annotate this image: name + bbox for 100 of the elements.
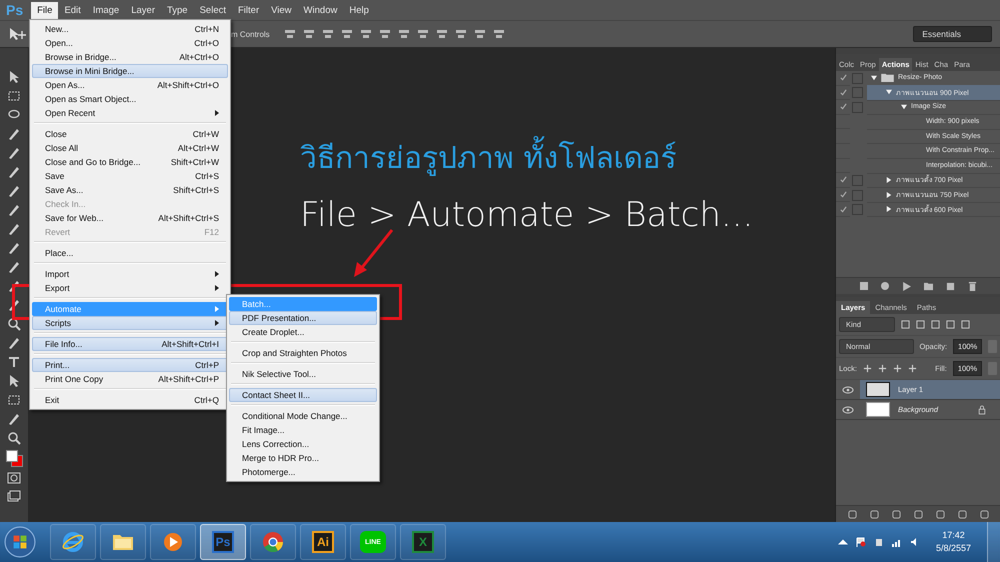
menu-item[interactable]: Open Recent [32, 106, 228, 120]
eye-icon[interactable] [842, 406, 854, 414]
disclosure-triangle-icon[interactable] [886, 176, 892, 183]
taskbar-button[interactable]: Ai [300, 524, 346, 560]
folder-icon[interactable] [924, 282, 932, 290]
quick-mask-icon[interactable] [7, 471, 21, 485]
checkmark-icon[interactable] [840, 103, 846, 110]
menu-item[interactable]: Open As... Alt+Shift+Ctrl+O [32, 78, 228, 92]
taskbar-button[interactable] [100, 524, 146, 560]
flag-icon[interactable] [856, 537, 866, 547]
menu-item[interactable]: Help [343, 2, 375, 18]
menu-item[interactable]: Filter [232, 2, 266, 18]
start-button[interactable] [4, 526, 36, 558]
trash-icon[interactable] [968, 282, 976, 290]
screen-mode-icon[interactable] [7, 490, 21, 504]
checkmark-icon[interactable] [840, 206, 846, 213]
menu-item[interactable]: Print... Ctrl+P [32, 358, 228, 372]
disclosure-triangle-icon[interactable] [886, 192, 892, 198]
dialog-toggle-box[interactable] [852, 190, 863, 201]
zoom-tool-icon[interactable] [7, 431, 21, 445]
workspace-dropdown[interactable]: Essentials [913, 26, 992, 42]
layer-action-icon[interactable] [980, 510, 988, 518]
taskbar-button[interactable]: X [400, 524, 446, 560]
align-icon[interactable] [416, 28, 429, 40]
menu-item[interactable]: Merge to HDR Pro... [229, 451, 377, 465]
dialog-toggle-box[interactable] [852, 174, 863, 186]
menu-item[interactable]: File [31, 2, 58, 18]
dialog-toggle-box[interactable] [852, 72, 863, 84]
menu-item[interactable]: Photomerge... [229, 465, 377, 479]
menu-item[interactable]: Open as Smart Object... [32, 92, 228, 106]
menu-item[interactable]: Browse in Mini Bridge... [32, 64, 228, 78]
menu-item[interactable]: Crop and Straighten Photos [229, 346, 377, 360]
layer-action-icon[interactable] [958, 510, 966, 518]
color-swatches-icon[interactable] [6, 450, 22, 466]
align-icon[interactable] [284, 28, 296, 40]
align-icon[interactable] [454, 28, 467, 40]
disclosure-triangle-icon[interactable] [886, 206, 892, 212]
menu-item[interactable]: Select [194, 2, 232, 18]
align-icon[interactable] [492, 28, 505, 40]
menu-item[interactable]: Close and Go to Bridge... Shift+Ctrl+W [32, 155, 228, 169]
menu-item[interactable]: View [265, 2, 298, 18]
checkmark-icon[interactable] [840, 191, 846, 198]
layer-action-icon[interactable] [848, 510, 856, 518]
clock-time[interactable]: 17:42 [942, 529, 965, 542]
menu-item[interactable]: Save for Web... Alt+Shift+Ctrl+S [32, 211, 228, 225]
marquee-tool-icon[interactable] [7, 89, 21, 103]
show-desktop-button[interactable] [987, 522, 1000, 562]
menu-item[interactable]: Edit [58, 2, 87, 18]
align-icon[interactable] [378, 28, 391, 40]
dialog-toggle-box[interactable] [852, 102, 863, 113]
taskbar-button[interactable] [50, 524, 96, 560]
align-icon[interactable] [302, 28, 315, 40]
type-tool-icon[interactable] [7, 355, 21, 369]
menu-item[interactable]: Import [32, 267, 228, 281]
checkmark-icon[interactable] [840, 176, 846, 184]
taskbar-button[interactable] [150, 524, 196, 560]
menu-item[interactable]: Close Ctrl+W [32, 127, 228, 141]
taskbar-button[interactable] [250, 524, 296, 560]
menu-item[interactable]: Lens Correction... [229, 437, 377, 451]
dialog-toggle-box[interactable] [852, 87, 863, 98]
menu-item[interactable]: Layer [125, 2, 161, 18]
align-icon[interactable] [474, 28, 486, 40]
disclosure-triangle-icon[interactable] [886, 89, 892, 96]
checkmark-icon[interactable] [840, 88, 846, 96]
show-hidden-icons-icon[interactable] [838, 537, 848, 547]
disclosure-triangle-icon[interactable] [901, 104, 907, 110]
menu-item[interactable]: Exit Ctrl+Q [32, 393, 228, 407]
signal-bars-icon[interactable] [892, 537, 902, 547]
clock-date[interactable]: 5/8/2557 [936, 542, 971, 555]
checkmark-icon[interactable] [840, 74, 846, 82]
layer-action-icon[interactable] [936, 510, 944, 518]
move-tool-icon[interactable] [7, 70, 21, 84]
lock-option-icon[interactable] [908, 364, 917, 373]
record-icon[interactable] [880, 282, 888, 290]
new-item-icon[interactable] [946, 282, 954, 290]
lock-option-icon[interactable] [892, 364, 902, 373]
menu-item[interactable]: Browse in Bridge... Alt+Ctrl+O [32, 50, 228, 64]
menu-item[interactable]: Open... Ctrl+O [32, 36, 228, 50]
align-icon[interactable] [322, 28, 334, 40]
menu-item[interactable]: New... Ctrl+N [32, 22, 228, 36]
layer-action-icon[interactable] [870, 510, 878, 518]
menu-item[interactable]: Place... [32, 246, 228, 260]
magnifier-tool-icon[interactable] [7, 317, 21, 331]
align-icon[interactable] [340, 28, 353, 40]
menu-item[interactable]: Print One Copy Alt+Shift+Ctrl+P [32, 372, 228, 386]
menu-item[interactable]: File Info... Alt+Shift+Ctrl+I [32, 337, 228, 351]
arrow-tool-icon[interactable] [7, 374, 21, 388]
disclosure-triangle-icon[interactable] [871, 74, 877, 81]
menu-item[interactable]: Window [298, 2, 344, 18]
menu-item[interactable]: PDF Presentation... [229, 311, 377, 325]
align-icon[interactable] [398, 28, 410, 40]
align-icon[interactable] [436, 28, 448, 40]
move-tool-icon[interactable] [8, 27, 28, 41]
menu-item[interactable]: Type [160, 2, 194, 18]
lock-option-icon[interactable] [878, 364, 887, 373]
eye-icon[interactable] [842, 386, 854, 394]
menu-item[interactable]: Nik Selective Tool... [229, 367, 377, 381]
shape-tool-icon[interactable] [7, 393, 21, 407]
stop-icon[interactable] [860, 282, 868, 290]
menu-item[interactable]: Close All Alt+Ctrl+W [32, 141, 228, 155]
